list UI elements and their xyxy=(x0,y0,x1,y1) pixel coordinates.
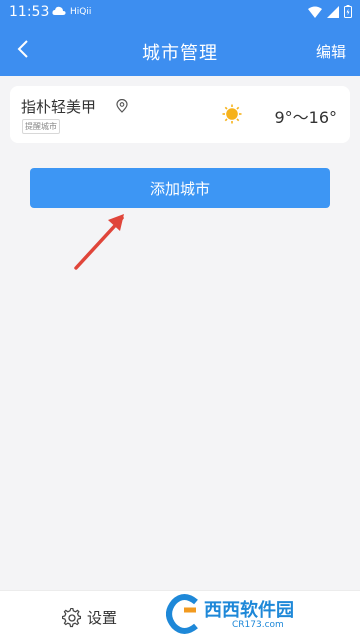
temperature-range: 9°～16° xyxy=(274,108,337,127)
status-app-label: HiQii xyxy=(70,7,92,17)
settings-label: 设置 xyxy=(87,609,118,627)
watermark-subtext: CR173.com xyxy=(232,620,284,630)
signal-icon xyxy=(327,5,339,18)
watermark-logo-icon xyxy=(166,594,198,634)
nav-bar: 城市管理 编辑 xyxy=(0,30,360,70)
battery-icon xyxy=(344,5,352,18)
watermark: 西西软件园 CR173.com xyxy=(166,590,346,638)
cloud-icon xyxy=(52,5,66,20)
page-title: 城市管理 xyxy=(142,43,218,64)
add-city-button[interactable]: 添加城市 xyxy=(30,168,330,208)
status-bar: 11:53 HiQii xyxy=(0,0,360,26)
city-name: 指朴轻美甲 xyxy=(21,98,97,116)
gear-icon xyxy=(62,607,82,627)
location-pin-icon xyxy=(116,98,128,117)
header-bar: 11:53 HiQii 城市管理 编辑 xyxy=(0,0,360,76)
edit-button[interactable]: 编辑 xyxy=(316,41,346,62)
watermark-text: 西西软件园 xyxy=(204,600,294,621)
status-time: 11:53 xyxy=(9,4,50,20)
sun-icon xyxy=(222,104,242,124)
annotation-arrow-icon xyxy=(74,214,124,270)
wifi-icon xyxy=(308,6,322,18)
city-tag: 提醒城市 xyxy=(22,119,60,134)
settings-button[interactable]: 设置 xyxy=(62,607,117,628)
